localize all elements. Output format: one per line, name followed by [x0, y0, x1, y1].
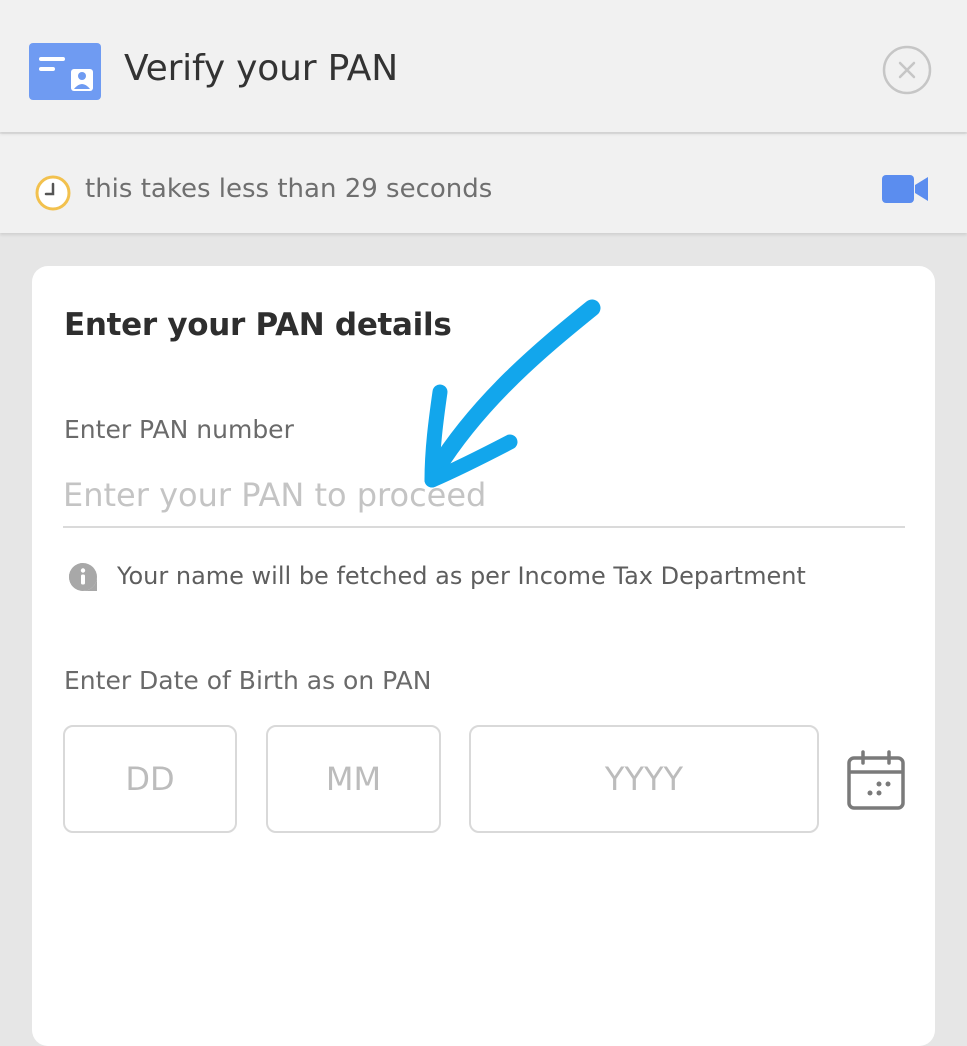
- pan-number-input[interactable]: [63, 464, 905, 528]
- dob-year-input[interactable]: [469, 725, 819, 833]
- dob-label: Enter Date of Birth as on PAN: [64, 666, 432, 695]
- pan-details-card: Enter your PAN details Enter PAN number …: [32, 266, 935, 1046]
- card-title: Enter your PAN details: [64, 307, 452, 343]
- header-bar: Verify your PAN: [0, 0, 967, 132]
- close-icon[interactable]: [882, 45, 932, 95]
- id-card-icon: [29, 43, 101, 100]
- info-text: Your name will be fetched as per Income …: [117, 562, 806, 590]
- timer-text: this takes less than 29 seconds: [85, 174, 493, 204]
- page-title: Verify your PAN: [124, 48, 398, 89]
- pan-number-label: Enter PAN number: [64, 415, 294, 444]
- calendar-icon[interactable]: [846, 750, 906, 812]
- clock-icon: [35, 175, 71, 211]
- timer-bar: this takes less than 29 seconds: [0, 134, 967, 233]
- dob-month-input[interactable]: [266, 725, 441, 833]
- video-camera-icon[interactable]: [882, 175, 928, 203]
- dob-day-input[interactable]: [63, 725, 237, 833]
- info-icon: [69, 563, 97, 591]
